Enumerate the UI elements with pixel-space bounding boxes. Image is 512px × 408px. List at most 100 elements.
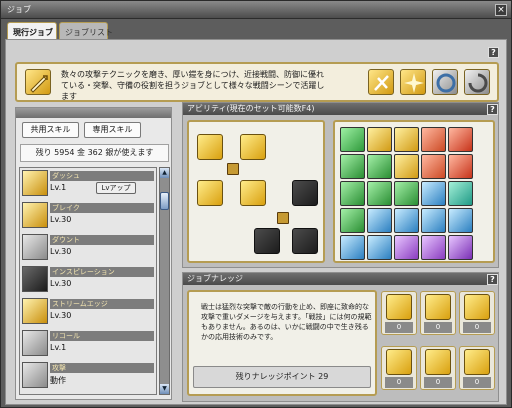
taunt-icon[interactable] bbox=[22, 234, 48, 260]
sword-strike-icon[interactable] bbox=[368, 69, 394, 95]
knowledge-value: 0 bbox=[424, 322, 452, 333]
knowledge-points-remaining: 残りナレッジポイント 29 bbox=[193, 366, 371, 388]
tab-common-skills[interactable]: 共用スキル bbox=[22, 122, 79, 138]
ability-cell-icon[interactable] bbox=[421, 154, 446, 179]
ability-cell-icon[interactable] bbox=[367, 154, 392, 179]
fleur-de-lis-icon[interactable] bbox=[292, 228, 318, 254]
yellow-burst-icon[interactable] bbox=[400, 69, 426, 95]
ability-cell-icon[interactable] bbox=[421, 235, 446, 260]
ability-cell-icon[interactable] bbox=[448, 127, 473, 152]
skill-list-scrollbar[interactable]: ▲ ▼ bbox=[159, 167, 170, 395]
break-icon[interactable] bbox=[22, 202, 48, 228]
help-button[interactable]: ? bbox=[488, 47, 499, 58]
skill-row[interactable]: リコール Lv.1 bbox=[20, 328, 156, 360]
ability-cell-icon[interactable] bbox=[340, 127, 365, 152]
skill-name: ダッシュ bbox=[50, 171, 154, 181]
scroll-down-arrow-icon[interactable]: ▼ bbox=[160, 384, 169, 394]
skill-name: インスピレーション bbox=[50, 267, 154, 277]
ability-slot-icon[interactable] bbox=[197, 180, 223, 206]
ability-tree bbox=[187, 120, 325, 263]
ability-cell-icon[interactable] bbox=[448, 208, 473, 233]
ability-cell-icon[interactable] bbox=[394, 127, 419, 152]
ability-cell-icon[interactable] bbox=[394, 154, 419, 179]
ability-cell-icon[interactable] bbox=[367, 235, 392, 260]
grey-shield-icon[interactable] bbox=[432, 69, 458, 95]
ability-cell-icon[interactable] bbox=[340, 154, 365, 179]
ability-help-button[interactable]: ? bbox=[487, 104, 498, 115]
skill-level: 動作 bbox=[50, 376, 66, 385]
warrior-face-icon[interactable] bbox=[386, 349, 412, 375]
knowledge-item[interactable]: 0 bbox=[420, 346, 456, 390]
ability-cell-icon[interactable] bbox=[340, 181, 365, 206]
link-node-icon bbox=[227, 163, 239, 175]
knowledge-description-box: 戦士は猛烈な突撃で敵の行動を止め、即座に致命的な攻撃で重いダメージを与えます。「… bbox=[187, 290, 377, 396]
skill-row[interactable]: ブレイク Lv.30 bbox=[20, 200, 156, 232]
ability-cell-icon[interactable] bbox=[394, 208, 419, 233]
skill-row[interactable]: 攻撃 動作 bbox=[20, 360, 156, 392]
stream-edge-icon[interactable] bbox=[22, 298, 48, 324]
skill-name: リコール bbox=[50, 331, 154, 341]
crossed-swords-icon[interactable] bbox=[425, 349, 451, 375]
flame-sword-icon[interactable] bbox=[464, 349, 490, 375]
ability-cell-icon[interactable] bbox=[421, 181, 446, 206]
close-button[interactable]: × bbox=[495, 4, 507, 16]
knowledge-value: 0 bbox=[385, 322, 413, 333]
skill-level: Lv.30 bbox=[50, 311, 72, 320]
ability-cell-icon[interactable] bbox=[340, 235, 365, 260]
knowledge-item[interactable]: 0 bbox=[420, 291, 456, 335]
ability-cell-icon[interactable] bbox=[448, 235, 473, 260]
knowledge-item[interactable]: 0 bbox=[381, 291, 417, 335]
ability-cell-icon[interactable] bbox=[448, 154, 473, 179]
tab-exclusive-skills[interactable]: 専用スキル bbox=[84, 122, 141, 138]
ability-cell-icon[interactable] bbox=[421, 127, 446, 152]
skill-row[interactable]: ダッシュ Lv.1 Lvアップ bbox=[20, 168, 156, 200]
grey-whirl-icon[interactable] bbox=[464, 69, 490, 95]
skill-points-remaining: 残り 5954 金 362 銀が使えます bbox=[20, 144, 169, 162]
ability-cell-icon[interactable] bbox=[421, 208, 446, 233]
fleur-de-lis-icon[interactable] bbox=[254, 228, 280, 254]
knowledge-help-button[interactable]: ? bbox=[487, 274, 498, 285]
tab-job-list[interactable]: ジョブリスト bbox=[59, 22, 113, 40]
ability-grid bbox=[333, 120, 495, 263]
title-bar[interactable]: ジョブ × bbox=[1, 1, 511, 19]
skill-row[interactable]: インスピレーション Lv.30 bbox=[20, 264, 156, 296]
ability-cell-icon[interactable] bbox=[367, 181, 392, 206]
ability-cell-icon[interactable] bbox=[340, 208, 365, 233]
fleur-de-lis-icon[interactable] bbox=[292, 180, 318, 206]
ability-cell-icon[interactable] bbox=[394, 235, 419, 260]
ability-slot-icon[interactable] bbox=[240, 134, 266, 160]
ability-slot-icon[interactable] bbox=[240, 180, 266, 206]
cross-blades-icon[interactable] bbox=[425, 294, 451, 320]
fury-face-icon[interactable] bbox=[386, 294, 412, 320]
knowledge-item[interactable]: 0 bbox=[381, 346, 417, 390]
knowledge-item[interactable]: 0 bbox=[459, 346, 495, 390]
ability-cell-icon[interactable] bbox=[394, 181, 419, 206]
ability-panel: アビリティ(現在のセット可能数F4) ? bbox=[182, 102, 499, 268]
knowledge-item[interactable]: 0 bbox=[459, 291, 495, 335]
knowledge-value: 0 bbox=[463, 377, 491, 388]
ability-cell-icon[interactable] bbox=[367, 208, 392, 233]
tab-current-job[interactable]: 現行ジョブ bbox=[7, 22, 57, 40]
scroll-thumb[interactable] bbox=[160, 192, 169, 210]
skill-row[interactable]: ダウント Lv.30 bbox=[20, 232, 156, 264]
dash-icon[interactable] bbox=[22, 170, 48, 196]
inspiration-icon[interactable] bbox=[22, 266, 48, 292]
job-knowledge-panel: ジョブナレッジ ? 戦士は猛烈な突撃で敵の行動を止め、即座に致命的な攻撃で重いダ… bbox=[182, 272, 499, 402]
ability-cell-icon[interactable] bbox=[367, 127, 392, 152]
ability-panel-title: アビリティ(現在のセット可能数F4) bbox=[183, 103, 498, 115]
ability-cell-icon[interactable] bbox=[448, 181, 473, 206]
lion-crest-icon[interactable] bbox=[464, 294, 490, 320]
ability-slot-icon[interactable] bbox=[197, 134, 223, 160]
attack-icon[interactable] bbox=[22, 362, 48, 388]
scroll-up-arrow-icon[interactable]: ▲ bbox=[160, 168, 169, 178]
job-window: ジョブ × 現行ジョブ ジョブリスト ? 数々の攻撃テクニックを磨き、厚い鎧を身… bbox=[0, 0, 512, 408]
content-area: ? 数々の攻撃テクニックを磨き、厚い鎧を身につけ、近接戦闘、防御に優れている・突… bbox=[5, 39, 507, 405]
level-up-button[interactable]: Lvアップ bbox=[96, 182, 136, 194]
skill-level: Lv.1 bbox=[50, 183, 67, 192]
skill-row[interactable]: ストリームエッジ Lv.30 bbox=[20, 296, 156, 328]
knowledge-description: 戦士は猛烈な突撃で敵の行動を止め、即座に致命的な攻撃で重いダメージを与えます。「… bbox=[201, 303, 372, 341]
skill-name: ブレイク bbox=[50, 203, 154, 213]
job-description-bar: 数々の攻撃テクニックを磨き、厚い鎧を身につけ、近接戦闘、防御に優れている・突撃、… bbox=[15, 62, 499, 102]
window-title: ジョブ bbox=[7, 5, 31, 14]
recall-icon[interactable] bbox=[22, 330, 48, 356]
